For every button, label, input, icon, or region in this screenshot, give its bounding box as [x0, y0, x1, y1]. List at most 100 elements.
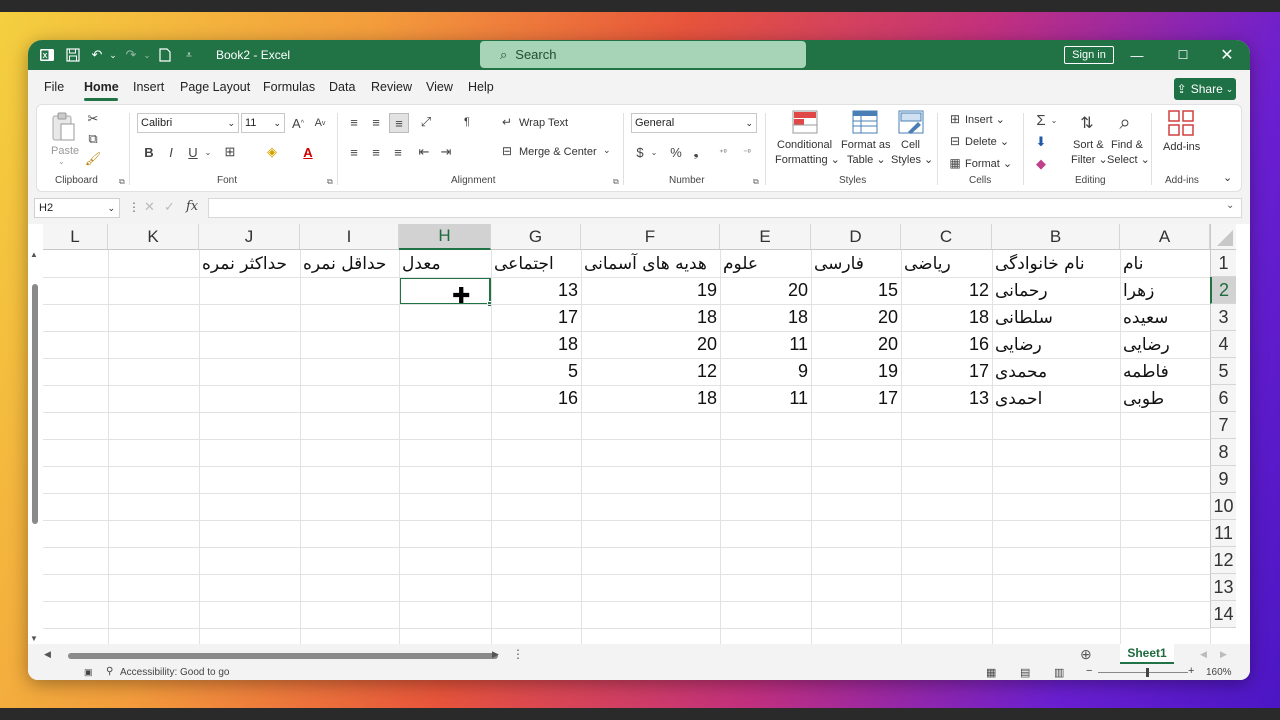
column-header-l[interactable]: L	[43, 224, 108, 250]
tab-page-layout[interactable]: Page Layout	[180, 80, 250, 94]
decrease-font-icon[interactable]: Av	[311, 113, 329, 133]
cell-styles-icon[interactable]	[897, 109, 925, 135]
row-header-14[interactable]: 14	[1210, 601, 1236, 628]
alignment-launcher-icon[interactable]: ⧉	[613, 177, 619, 187]
tab-view[interactable]: View	[426, 80, 453, 94]
zoom-in-icon[interactable]: +	[1188, 665, 1194, 677]
column-header-c[interactable]: C	[901, 224, 992, 250]
column-header-a[interactable]: A	[1120, 224, 1210, 250]
cell-f3[interactable]: 18	[581, 304, 720, 331]
cell-g1[interactable]: اجتماعی	[491, 250, 581, 277]
cell-i1[interactable]: حداقل نمره	[300, 250, 399, 277]
worksheet-grid[interactable]: ▲ ▼ ✚ L K J I H G F E D C B A 1 2 3 4 5 6 7 8 9 10 11 12 13 14 نام…	[28, 224, 1250, 644]
share-button[interactable]: ⇪ Share ⌄	[1174, 78, 1236, 100]
conditional-formatting-label[interactable]: Conditional	[777, 139, 832, 151]
text-direction-icon[interactable]: ¶	[455, 113, 479, 131]
increase-decimal-icon[interactable]: ⁺⁰	[713, 143, 733, 161]
format-cells-icon[interactable]: ▦	[947, 155, 963, 171]
cell-a6[interactable]: طوبی	[1120, 385, 1210, 412]
increase-indent-icon[interactable]: ⇥	[437, 143, 455, 161]
number-format-select[interactable]: General ⌄	[631, 113, 757, 133]
horizontal-scroll-thumb[interactable]	[68, 653, 498, 659]
font-name-select[interactable]: Calibri ⌄	[137, 113, 239, 133]
align-bottom-icon[interactable]: ≡	[389, 113, 409, 133]
cell-g5[interactable]: 5	[491, 358, 581, 385]
row-header-13[interactable]: 13	[1210, 574, 1236, 601]
wrap-text-label[interactable]: Wrap Text	[519, 117, 568, 129]
zoom-out-icon[interactable]: −	[1086, 665, 1092, 677]
decrease-indent-icon[interactable]: ⇤	[415, 143, 433, 161]
cell-g6[interactable]: 16	[491, 385, 581, 412]
wrap-text-icon[interactable]: ↵	[499, 114, 515, 130]
cell-b1[interactable]: نام خانوادگی	[992, 250, 1120, 277]
minimize-icon[interactable]: —	[1128, 46, 1146, 64]
cell-e4[interactable]: 11	[720, 331, 811, 358]
format-as-table-label[interactable]: Format as	[841, 139, 891, 151]
orientation-icon[interactable]: ⤢	[415, 113, 437, 131]
zoom-slider[interactable]	[1098, 672, 1188, 673]
maximize-icon[interactable]: ☐	[1174, 46, 1192, 64]
column-header-d[interactable]: D	[811, 224, 901, 250]
cell-e1[interactable]: علوم	[720, 250, 811, 277]
row-header-5[interactable]: 5	[1210, 358, 1236, 385]
name-box[interactable]: H2 ⌄	[34, 198, 120, 218]
cell-d6[interactable]: 17	[811, 385, 901, 412]
format-as-table-icon[interactable]	[851, 109, 879, 135]
cell-d1[interactable]: فارسی	[811, 250, 901, 277]
sort-filter-label[interactable]: Sort &	[1073, 139, 1104, 151]
cancel-entry-icon[interactable]: ✕	[144, 199, 155, 215]
borders-icon[interactable]: ⊞	[221, 143, 239, 161]
cell-h1[interactable]: معدل	[399, 250, 491, 277]
cell-c4[interactable]: 16	[901, 331, 992, 358]
search-box[interactable]: ⌕ Search	[480, 41, 806, 68]
cell-a2[interactable]: زهرا	[1120, 277, 1210, 304]
decrease-decimal-icon[interactable]: ⁻⁰	[737, 143, 757, 161]
cell-j1[interactable]: حداکثر نمره	[199, 250, 300, 277]
row-header-12[interactable]: 12	[1210, 547, 1236, 574]
find-select-icon[interactable]: ⌕	[1111, 109, 1139, 137]
currency-dropdown-icon[interactable]: ⌄	[649, 143, 659, 161]
cell-f5[interactable]: 12	[581, 358, 720, 385]
align-right-icon[interactable]: ≡	[389, 143, 407, 161]
row-header-2[interactable]: 2	[1210, 277, 1236, 304]
cell-a3[interactable]: سعیده	[1120, 304, 1210, 331]
cell-a1[interactable]: نام	[1120, 250, 1210, 277]
vertical-scroll-thumb[interactable]	[32, 284, 38, 524]
cell-b2[interactable]: رحمانی	[992, 277, 1120, 304]
tab-insert[interactable]: Insert	[133, 80, 164, 94]
scroll-right-icon[interactable]: ▶	[492, 649, 499, 660]
undo-dropdown-icon[interactable]: ⌄	[104, 46, 122, 64]
delete-cells-label[interactable]: Delete ⌄	[965, 135, 1009, 148]
add-sheet-icon[interactable]: ⊕	[1080, 646, 1092, 663]
tab-formulas[interactable]: Formulas	[263, 80, 315, 94]
horizontal-scrollbar[interactable]: ◀ ▶ ⋮ ⊕ ◀ ▶	[28, 644, 1250, 666]
clear-icon[interactable]: ◆	[1033, 155, 1049, 173]
accessibility-icon[interactable]: ⚲	[106, 666, 113, 677]
row-header-6[interactable]: 6	[1210, 385, 1236, 412]
chevron-down-icon[interactable]: ⌄	[603, 145, 611, 156]
cell-e3[interactable]: 18	[720, 304, 811, 331]
row-header-7[interactable]: 7	[1210, 412, 1236, 439]
cell-c5[interactable]: 17	[901, 358, 992, 385]
sheet-options-icon[interactable]: ⋮	[512, 647, 524, 661]
add-ins-icon[interactable]	[1167, 109, 1195, 137]
tab-data[interactable]: Data	[329, 80, 355, 94]
tab-home[interactable]: Home	[84, 80, 119, 94]
row-header-10[interactable]: 10	[1210, 493, 1236, 520]
sheet-tab-sheet1[interactable]: Sheet1	[1120, 644, 1174, 664]
find-select-label2[interactable]: Select ⌄	[1107, 153, 1150, 166]
row-header-9[interactable]: 9	[1210, 466, 1236, 493]
cell-c3[interactable]: 18	[901, 304, 992, 331]
font-launcher-icon[interactable]: ⧉	[327, 177, 333, 187]
align-center-icon[interactable]: ≡	[367, 143, 385, 161]
cell-b3[interactable]: سلطانی	[992, 304, 1120, 331]
scroll-down-icon[interactable]: ▼	[30, 634, 38, 643]
autosum-dropdown-icon[interactable]: ⌄	[1049, 111, 1059, 129]
column-header-h[interactable]: H	[399, 224, 491, 250]
format-cells-label[interactable]: Format ⌄	[965, 157, 1012, 170]
row-header-3[interactable]: 3	[1210, 304, 1236, 331]
percent-icon[interactable]: %	[667, 143, 685, 161]
cell-f1[interactable]: هدیه های آسمانی	[581, 250, 720, 277]
cell-e5[interactable]: 9	[720, 358, 811, 385]
next-sheet-icon[interactable]: ▶	[1220, 649, 1227, 660]
